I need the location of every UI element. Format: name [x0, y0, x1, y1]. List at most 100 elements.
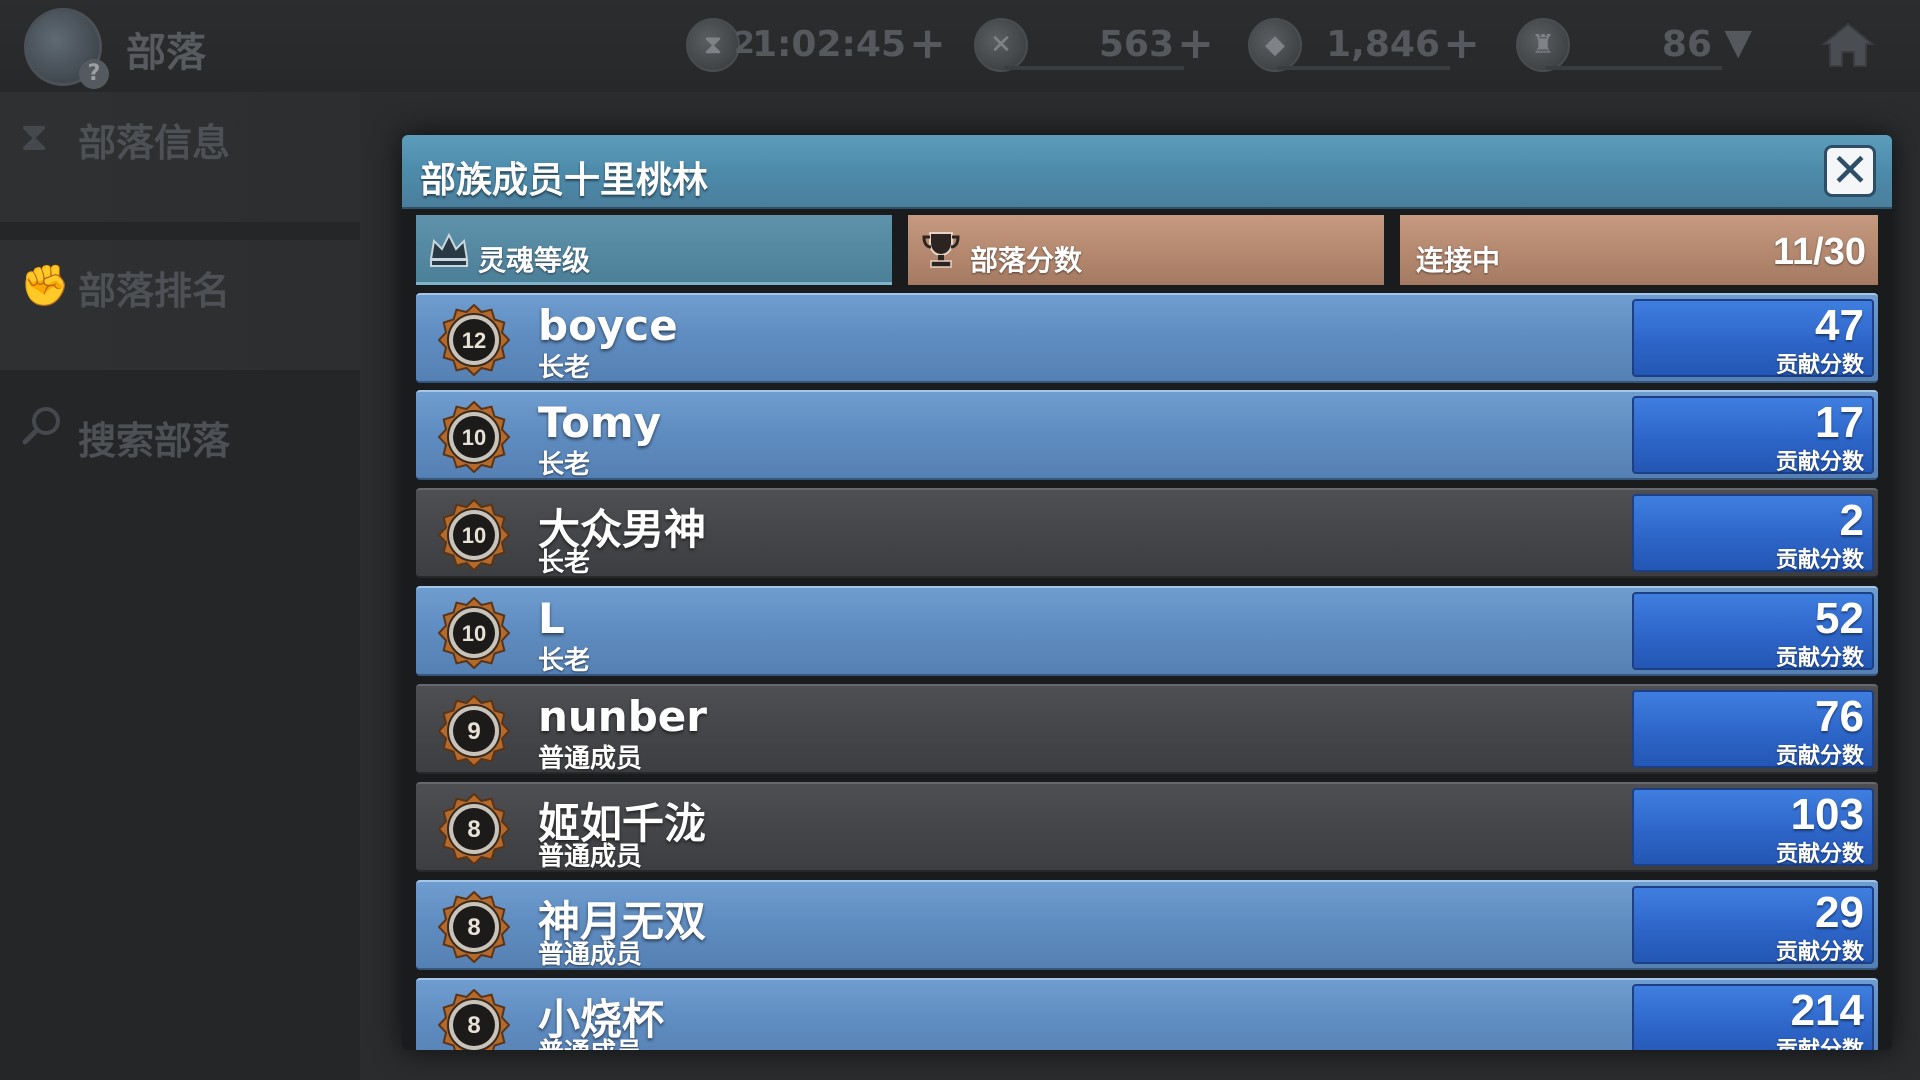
trophy-icon: ♜	[1516, 18, 1570, 72]
sidebar-item-search-tribe[interactable]: 搜索部落	[0, 390, 360, 520]
contribution-score: 214 贡献分数	[1632, 984, 1874, 1050]
home-icon[interactable]	[1820, 20, 1876, 70]
level-badge-icon: 8	[438, 793, 510, 865]
member-name: Tomy	[538, 398, 662, 447]
add-coin-icon[interactable]: +	[1177, 18, 1214, 69]
level-badge-icon: 10	[438, 401, 510, 473]
score-value: 214	[1790, 986, 1864, 1035]
member-role: 普通成员	[538, 744, 643, 774]
trophy-value: 86	[1661, 24, 1712, 65]
level-number: 9	[467, 718, 480, 745]
level-number: 8	[467, 1012, 480, 1039]
trophy-bar	[1546, 66, 1722, 70]
gem-bar	[1278, 66, 1450, 70]
gem-value: 1,846	[1326, 24, 1440, 65]
member-list[interactable]: 12 boyce 长老 47 贡献分数 10 Tomy 长老 17 贡献分数 1…	[416, 293, 1878, 1050]
close-button[interactable]: ✕	[1824, 145, 1876, 197]
coin-icon: ✕	[974, 18, 1028, 72]
level-badge-icon: 8	[438, 891, 510, 963]
timer-value: 1:02:45	[751, 24, 906, 65]
contribution-score: 29 贡献分数	[1632, 886, 1874, 965]
dropdown-icon[interactable]: ▼	[1724, 22, 1752, 63]
level-badge-icon: 8	[438, 989, 510, 1050]
sidebar-item-tribe-info[interactable]: ⧗ 部落信息	[0, 92, 360, 222]
score-label: 贡献分数	[1775, 940, 1864, 965]
crown-icon	[429, 232, 469, 267]
score-value: 103	[1790, 790, 1864, 839]
tab-connecting[interactable]: 连接中 11/30	[1400, 215, 1878, 285]
contribution-score: 17 贡献分数	[1632, 396, 1874, 475]
member-name: L	[538, 594, 565, 643]
level-number: 12	[462, 328, 486, 353]
tribe-emblem-icon[interactable]: ?	[24, 8, 109, 89]
score-value: 76	[1815, 692, 1864, 741]
score-label: 贡献分数	[1775, 548, 1864, 573]
member-role: 普通成员	[538, 1032, 642, 1050]
tab-label: 部落分数	[970, 244, 1083, 277]
search-icon	[22, 407, 60, 445]
contribution-score: 103 贡献分数	[1632, 788, 1874, 867]
member-role: 普通成员	[538, 940, 643, 970]
trophy-resource[interactable]: ♜ 86 ▼	[1516, 16, 1752, 72]
level-number: 10	[462, 425, 486, 450]
fist-icon: ✊	[20, 263, 70, 309]
help-icon[interactable]: ?	[79, 59, 109, 89]
member-row[interactable]: 8 姬如千泷 普通成员 103 贡献分数	[416, 782, 1878, 872]
level-number: 8	[467, 914, 480, 941]
score-label: 贡献分数	[1776, 1032, 1864, 1050]
trophy-icon	[922, 232, 960, 268]
score-label: 贡献分数	[1775, 842, 1864, 867]
dialog-title: 部族成员十里桃林	[420, 160, 709, 201]
level-badge-icon: 10	[438, 499, 510, 571]
contribution-score: 47 贡献分数	[1632, 299, 1874, 378]
sidebar-item-label: 搜索部落	[78, 419, 231, 463]
member-count: 11/30	[1773, 231, 1866, 273]
member-row[interactable]: 9 nunber 普通成员 76 贡献分数	[416, 684, 1878, 774]
member-role: 长老	[538, 548, 591, 578]
contribution-score: 52 贡献分数	[1632, 592, 1874, 671]
sort-tabs: 灵魂等级 部落分数 连接中 11/30	[416, 215, 1878, 285]
member-name: nunber	[538, 692, 707, 741]
score-label: 贡献分数	[1775, 353, 1864, 378]
member-row[interactable]: 8 小烧杯 普通成员 214 贡献分数	[416, 978, 1878, 1050]
score-value: 52	[1815, 594, 1864, 643]
member-role: 长老	[538, 353, 591, 383]
score-value: 17	[1815, 398, 1864, 447]
member-row[interactable]: 10 大众男神 长老 2 贡献分数	[416, 488, 1878, 578]
tab-label: 连接中	[1416, 244, 1501, 277]
score-label: 贡献分数	[1775, 450, 1864, 475]
hourglass-icon: ⧗	[686, 18, 740, 72]
hourglass-icon: ⧗	[20, 114, 49, 160]
score-value: 47	[1815, 301, 1864, 350]
gem-resource[interactable]: ◆ 1,846 +	[1248, 16, 1480, 72]
add-gem-icon[interactable]: +	[1443, 18, 1480, 69]
member-role: 长老	[538, 646, 591, 676]
screen-title: 部落	[126, 30, 206, 76]
contribution-score: 2 贡献分数	[1632, 494, 1874, 573]
score-label: 贡献分数	[1775, 744, 1864, 769]
top-bar: ? 部落 ⧗ 2 1:02:45 + ✕ 563 + ◆ 1,846 + ♜ 8…	[0, 0, 1920, 94]
level-badge-icon: 12	[438, 304, 510, 376]
level-badge-icon: 10	[438, 597, 510, 669]
sidebar-item-label: 部落排名	[78, 269, 231, 313]
sidebar-item-label: 部落信息	[78, 121, 231, 165]
score-value: 29	[1815, 888, 1864, 937]
member-name: boyce	[538, 301, 678, 350]
coin-resource[interactable]: ✕ 563 +	[974, 16, 1214, 72]
member-row[interactable]: 8 神月无双 普通成员 29 贡献分数	[416, 880, 1878, 970]
add-time-icon[interactable]: +	[909, 18, 946, 69]
tab-tribe-score[interactable]: 部落分数	[908, 215, 1384, 285]
member-row[interactable]: 10 L 长老 52 贡献分数	[416, 586, 1878, 676]
tab-soul-level[interactable]: 灵魂等级	[416, 215, 892, 285]
member-row[interactable]: 10 Tomy 长老 17 贡献分数	[416, 390, 1878, 480]
level-badge-icon: 9	[438, 695, 510, 767]
timer-resource[interactable]: ⧗ 2 1:02:45 +	[686, 16, 946, 72]
member-role: 普通成员	[538, 842, 643, 872]
sidebar-item-tribe-ranking[interactable]: ✊ 部落排名	[0, 240, 360, 370]
coin-value: 563	[1098, 24, 1174, 65]
score-label: 贡献分数	[1775, 646, 1864, 671]
score-value: 2	[1839, 496, 1864, 545]
members-dialog: 部族成员十里桃林 ✕ 灵魂等级 部落分数 连接中 11/30 12 boyce …	[402, 135, 1892, 1050]
level-number: 8	[467, 816, 480, 843]
member-row[interactable]: 12 boyce 长老 47 贡献分数	[416, 293, 1878, 383]
